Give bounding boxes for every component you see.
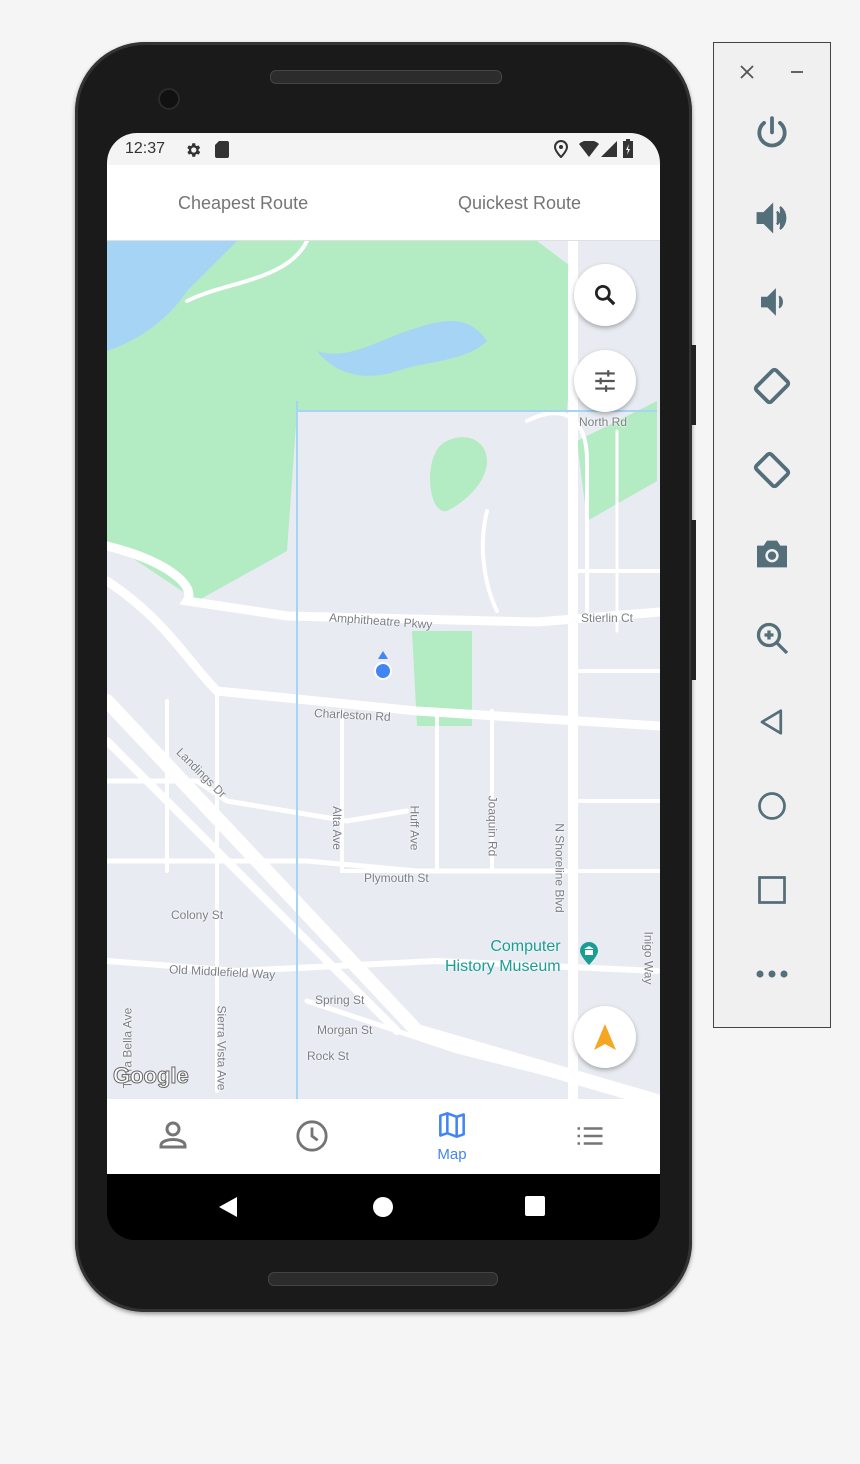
sd-card-icon xyxy=(215,141,229,158)
street-label: Huff Ave xyxy=(407,805,422,851)
rotate-right-icon xyxy=(753,451,791,489)
clock-icon xyxy=(296,1120,328,1152)
home-icon[interactable] xyxy=(372,1196,394,1218)
bottom-speaker xyxy=(268,1272,498,1286)
nav-list[interactable] xyxy=(575,1121,605,1156)
home-icon xyxy=(758,792,786,820)
power-button[interactable] xyxy=(748,110,796,158)
phone-screen: 12:37 Cheapest Route Quickest Route Amph… xyxy=(107,133,660,1240)
street-label: Alta Ave xyxy=(329,806,344,850)
tab-cheapest-route[interactable]: Cheapest Route xyxy=(178,193,308,214)
nav-history[interactable] xyxy=(295,1119,329,1158)
street-label: N Shoreline Blvd xyxy=(552,823,567,913)
route-tabs: Cheapest Route Quickest Route xyxy=(107,165,660,241)
volume-down-button[interactable] xyxy=(748,278,796,326)
street-label: North Rd xyxy=(579,415,628,429)
rotate-right-button[interactable] xyxy=(748,446,796,494)
google-logo: Google xyxy=(113,1063,190,1089)
status-bar: 12:37 xyxy=(107,133,660,165)
overview-button[interactable] xyxy=(748,866,796,914)
street-label: Colony St xyxy=(171,908,224,922)
signal-icon xyxy=(601,141,617,157)
park-small xyxy=(430,437,487,512)
search-button[interactable] xyxy=(574,264,636,326)
camera-icon xyxy=(757,540,787,568)
rotate-left-icon xyxy=(753,367,791,405)
bottom-navigation: Map xyxy=(107,1099,660,1174)
poi-name: Computer xyxy=(490,938,561,955)
volume-down-icon xyxy=(761,288,783,316)
search-icon xyxy=(594,284,616,306)
filter-button[interactable] xyxy=(574,350,636,412)
street-label: Morgan St xyxy=(317,1023,373,1037)
tune-icon xyxy=(595,370,615,392)
overview-icon xyxy=(758,876,786,904)
back-button[interactable] xyxy=(748,698,796,746)
power-icon xyxy=(757,116,787,148)
street-label: Joaquin Rd xyxy=(485,795,500,857)
list-icon xyxy=(577,1127,603,1145)
museum-icon xyxy=(580,942,598,965)
minimize-icon[interactable] xyxy=(790,65,804,79)
nav-map[interactable]: Map xyxy=(427,1111,477,1163)
power-key xyxy=(691,345,696,425)
rotate-left-button[interactable] xyxy=(748,362,796,410)
screenshot-button[interactable] xyxy=(748,530,796,578)
map-view[interactable]: Amphitheatre Pkwy Charleston Rd Landings… xyxy=(107,241,660,1099)
volume-up-button[interactable] xyxy=(748,194,796,242)
location-icon xyxy=(554,140,568,158)
person-icon xyxy=(159,1121,187,1149)
street-label: Sierra Vista Ave xyxy=(214,1005,229,1091)
back-icon[interactable] xyxy=(217,1196,239,1218)
navigate-button[interactable] xyxy=(574,1006,636,1068)
street-label: Stierlin Ct xyxy=(581,611,634,625)
street-label: Inigo Way xyxy=(641,931,656,985)
zoom-button[interactable] xyxy=(748,614,796,662)
volume-key xyxy=(691,520,696,680)
more-button[interactable] xyxy=(748,950,796,998)
earpiece-speaker xyxy=(270,70,502,84)
settings-icon xyxy=(187,143,201,157)
nav-map-label: Map xyxy=(437,1146,467,1163)
status-time: 12:37 xyxy=(125,140,166,157)
home-button[interactable] xyxy=(748,782,796,830)
battery-charging-icon xyxy=(623,139,633,158)
system-navigation-bar xyxy=(107,1174,660,1240)
zoom-icon xyxy=(756,622,789,655)
navigation-arrow-icon xyxy=(594,1024,616,1050)
more-icon xyxy=(756,970,788,978)
front-camera xyxy=(158,88,180,110)
poi-name: History Museum xyxy=(445,958,561,975)
volume-up-icon xyxy=(756,202,787,234)
wifi-icon xyxy=(579,141,599,157)
map-icon xyxy=(439,1112,465,1138)
close-icon[interactable] xyxy=(740,65,754,79)
street-label: Spring St xyxy=(315,993,365,1007)
overview-icon[interactable] xyxy=(525,1196,545,1216)
street-label: Plymouth St xyxy=(364,871,429,885)
nav-profile[interactable] xyxy=(155,1117,191,1158)
poi-computer-history-museum[interactable]: Computer History Museum xyxy=(445,937,561,977)
street-label: Rock St xyxy=(307,1049,350,1063)
tab-quickest-route[interactable]: Quickest Route xyxy=(458,193,581,214)
current-location-marker xyxy=(374,651,392,680)
back-icon xyxy=(760,709,783,735)
emulator-control-panel xyxy=(713,42,831,1028)
